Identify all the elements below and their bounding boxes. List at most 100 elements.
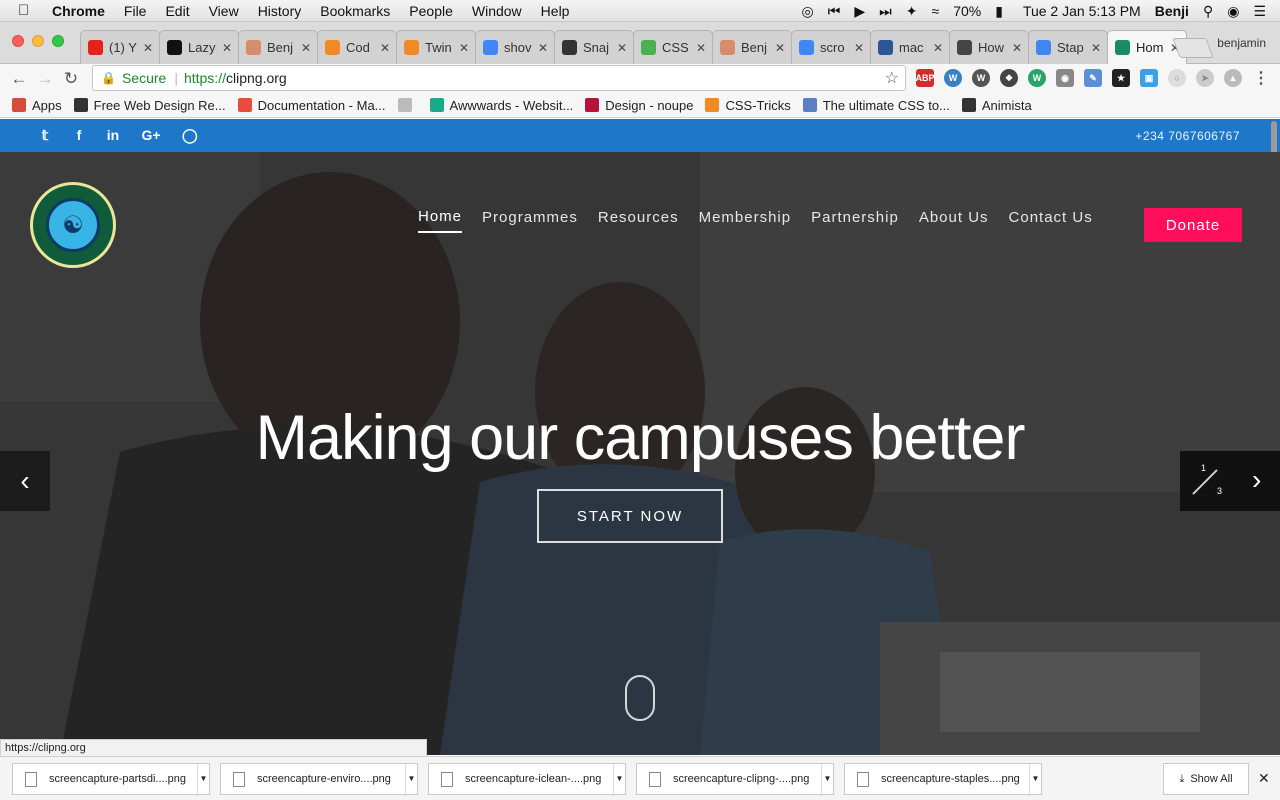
wifi-icon[interactable]: ≈ (932, 3, 940, 19)
menu-edit[interactable]: Edit (165, 3, 189, 19)
browser-tab[interactable]: Snaj ✕ (554, 30, 634, 64)
menu-help[interactable]: Help (541, 3, 570, 19)
bookmark-item[interactable]: Awwwards - Websit... (429, 98, 573, 113)
menu-history[interactable]: History (258, 3, 302, 19)
camera-icon[interactable]: ◉ (1056, 69, 1074, 87)
battery-percent[interactable]: 70% (953, 3, 981, 19)
bookmark-item[interactable] (397, 98, 418, 112)
apple-icon[interactable]:  (18, 2, 38, 19)
bookmark-item[interactable]: CSS-Tricks (705, 98, 791, 113)
bookmark-item[interactable]: Documentation - Ma... (237, 98, 386, 113)
media-next-icon[interactable]: ⏭ (879, 3, 892, 20)
chevron-down-icon[interactable]: ▼ (405, 764, 417, 794)
new-tab-button[interactable] (1172, 38, 1214, 58)
back-icon[interactable]: ← (6, 69, 32, 89)
prev-slide-button[interactable]: ‹ (0, 451, 50, 511)
profile-name[interactable]: benjamin (1217, 36, 1266, 50)
nav-about-us[interactable]: About Us (919, 209, 989, 232)
notification-center-icon[interactable]: ☰ (1253, 3, 1266, 20)
donate-button[interactable]: Donate (1144, 208, 1242, 242)
chevron-down-icon[interactable]: ▼ (821, 764, 833, 794)
forward-icon[interactable]: → (32, 69, 58, 89)
browser-tab[interactable]: Twin ✕ (396, 30, 476, 64)
browser-tab[interactable]: Lazy ✕ (159, 30, 239, 64)
zoom-window-button[interactable] (52, 35, 64, 47)
wordpress-dark-icon[interactable]: W (972, 69, 990, 87)
tab-close-icon[interactable]: ✕ (854, 41, 864, 55)
browser-tab[interactable]: (1) Y ✕ (80, 30, 160, 64)
eyedropper-icon[interactable]: ✎ (1084, 69, 1102, 87)
tab-close-icon[interactable]: ✕ (775, 41, 785, 55)
download-item[interactable]: screencapture-staples....png ▼ (844, 763, 1042, 795)
menu-bookmarks[interactable]: Bookmarks (320, 3, 390, 19)
browser-tab[interactable]: CSS ✕ (633, 30, 713, 64)
chrome-menu-icon[interactable]: ⋮ (1252, 69, 1270, 87)
download-item[interactable]: screencapture-enviro....png ▼ (220, 763, 418, 795)
bookmark-item[interactable]: Design - noupe (585, 98, 693, 113)
nav-membership[interactable]: Membership (699, 209, 792, 232)
start-now-button[interactable]: START NOW (537, 489, 723, 543)
tab-close-icon[interactable]: ✕ (380, 41, 390, 55)
address-bar[interactable]: 🔒 Secure | https:// clipng.org ☆ (92, 65, 906, 91)
wordpress-green-icon[interactable]: W (1028, 69, 1046, 87)
download-item[interactable]: screencapture-iclean-....png ▼ (428, 763, 626, 795)
site-logo[interactable]: ☯ (30, 182, 116, 268)
download-item[interactable]: screencapture-clipng-....png ▼ (636, 763, 834, 795)
color-wheel-icon[interactable]: ❖ (1000, 69, 1018, 87)
menu-window[interactable]: Window (472, 3, 522, 19)
linkedin-icon[interactable]: in (106, 127, 120, 144)
menu-app-name[interactable]: Chrome (52, 3, 105, 19)
nav-home[interactable]: Home (418, 208, 463, 233)
show-all-button[interactable]: ⤓ Show All (1163, 763, 1249, 795)
drive-icon[interactable]: ▲ (1224, 69, 1242, 87)
adblock-icon[interactable]: ABP (916, 69, 935, 87)
battery-icon[interactable]: ▮ (995, 3, 1003, 20)
media-prev-icon[interactable]: ⏮ (828, 3, 841, 20)
clock[interactable]: Tue 2 Jan 5:13 PM (1023, 3, 1141, 19)
close-downloads-icon[interactable]: ✕ (1258, 770, 1270, 787)
browser-tab[interactable]: scro ✕ (791, 30, 871, 64)
browser-tab[interactable]: Benj ✕ (238, 30, 318, 64)
nav-resources[interactable]: Resources (598, 209, 679, 232)
reload-icon[interactable]: ↻ (58, 69, 84, 89)
tab-close-icon[interactable]: ✕ (696, 41, 706, 55)
menubar-extra-icon[interactable]: ◎ (802, 3, 814, 20)
runner-icon[interactable]: ★ (1112, 69, 1130, 87)
tab-close-icon[interactable]: ✕ (301, 41, 311, 55)
spotlight-icon[interactable]: ⚲ (1203, 3, 1213, 20)
siri-icon[interactable]: ◉ (1227, 3, 1239, 20)
wordpress-icon[interactable]: W (944, 69, 962, 87)
browser-tab[interactable]: shov ✕ (475, 30, 555, 64)
bookmark-item[interactable]: The ultimate CSS to... (802, 98, 950, 113)
scroll-down-mouse-icon[interactable] (625, 675, 655, 721)
bookmark-item[interactable]: Free Web Design Re... (73, 98, 226, 113)
tab-close-icon[interactable]: ✕ (143, 41, 153, 55)
instagram-icon[interactable]: ◯ (182, 127, 198, 144)
close-window-button[interactable] (12, 35, 24, 47)
tab-close-icon[interactable]: ✕ (538, 41, 548, 55)
rocket-icon[interactable]: ✦ (906, 3, 918, 20)
circle-icon[interactable]: ○ (1168, 69, 1186, 87)
next-slide-button[interactable]: 1 3 › (1180, 451, 1280, 511)
nav-programmes[interactable]: Programmes (482, 209, 578, 232)
browser-tab[interactable]: mac ✕ (870, 30, 950, 64)
bookmark-item[interactable]: Apps (12, 98, 62, 113)
google-plus-icon[interactable]: G+ (140, 127, 162, 144)
menu-people[interactable]: People (409, 3, 453, 19)
menu-file[interactable]: File (124, 3, 147, 19)
tab-close-icon[interactable]: ✕ (933, 41, 943, 55)
media-play-icon[interactable]: ▶ (854, 3, 865, 20)
bookmark-item[interactable]: Animista (961, 98, 1032, 113)
browser-tab[interactable]: Cod ✕ (317, 30, 397, 64)
chevron-down-icon[interactable]: ▼ (613, 764, 625, 794)
menu-view[interactable]: View (209, 3, 239, 19)
send-icon[interactable]: ➤ (1196, 69, 1214, 87)
chevron-down-icon[interactable]: ▼ (1029, 764, 1041, 794)
user-name[interactable]: Benji (1155, 3, 1189, 19)
bookmark-star-icon[interactable]: ☆ (885, 68, 899, 88)
nav-contact-us[interactable]: Contact Us (1009, 209, 1093, 232)
tab-close-icon[interactable]: ✕ (459, 41, 469, 55)
browser-tab[interactable]: Benj ✕ (712, 30, 792, 64)
browser-tab[interactable]: Stap ✕ (1028, 30, 1108, 64)
chevron-down-icon[interactable]: ▼ (197, 764, 209, 794)
